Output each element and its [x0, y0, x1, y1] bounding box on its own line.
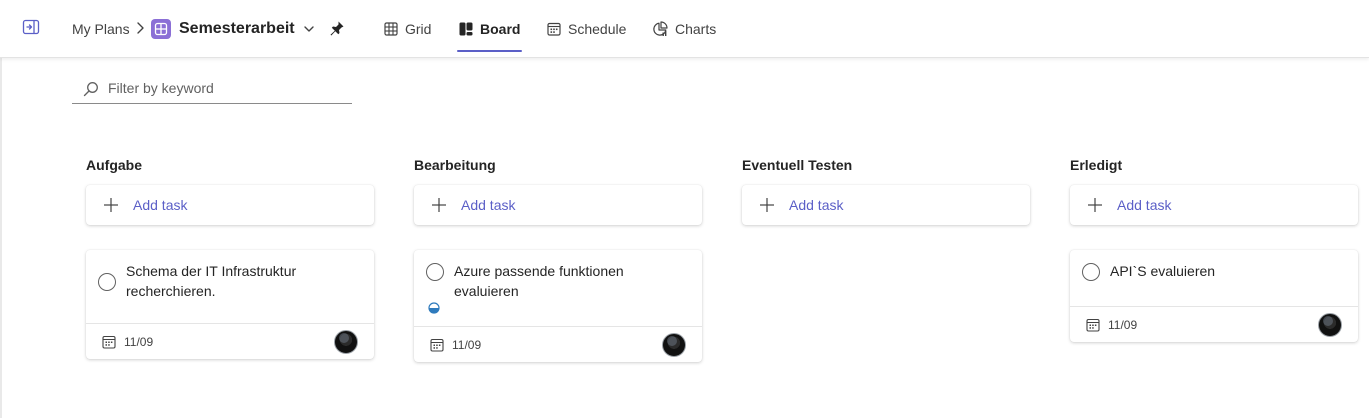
filter-input[interactable] [108, 80, 338, 96]
assignee-avatar[interactable] [1318, 313, 1342, 337]
plus-icon [432, 198, 446, 212]
add-task-label: Add task [461, 197, 516, 213]
pin-icon[interactable] [329, 20, 345, 38]
plan-icon [151, 19, 171, 39]
expand-sidebar-icon[interactable] [22, 18, 40, 36]
calendar-icon [1086, 318, 1100, 332]
grid-icon [384, 22, 398, 36]
column-title-erledigt: Erledigt [1070, 157, 1123, 173]
filter-box[interactable] [72, 75, 352, 104]
board-icon [459, 22, 473, 36]
column-title-aufgabe: Aufgabe [86, 157, 142, 173]
add-task-label: Add task [789, 197, 844, 213]
add-task-button[interactable]: Add task [1070, 185, 1358, 225]
task-title: Schema der IT Infrastruktur recherchiere… [126, 263, 297, 299]
tab-board[interactable]: Board [457, 0, 523, 58]
task-due-date: 11/09 [452, 338, 482, 352]
complete-task-checkbox[interactable] [1082, 263, 1100, 281]
tab-label: Schedule [568, 21, 627, 37]
charts-icon [653, 21, 668, 36]
add-task-label: Add task [133, 197, 188, 213]
active-tab-indicator [457, 50, 523, 52]
plan-title[interactable]: Semesterarbeit [179, 20, 295, 38]
assignee-avatar[interactable] [334, 330, 358, 354]
column-title-bearbeitung: Bearbeitung [414, 157, 496, 173]
add-task-button[interactable]: Add task [86, 185, 374, 225]
add-task-label: Add task [1117, 197, 1172, 213]
chevron-down-icon[interactable] [302, 22, 316, 36]
add-task-button[interactable]: Add task [414, 185, 702, 225]
task-title: API`S evaluieren [1110, 263, 1216, 279]
task-footer: 11/09 [86, 323, 374, 359]
column-title-eventuell-testen: Eventuell Testen [742, 157, 853, 173]
tab-label: Charts [675, 21, 717, 37]
tab-label: Grid [405, 21, 432, 37]
plus-icon [1088, 198, 1102, 212]
breadcrumb-my-plans[interactable]: My Plans [72, 21, 130, 37]
chevron-right-icon [134, 20, 148, 36]
task-footer: 11/09 [1070, 306, 1358, 342]
search-icon [83, 81, 99, 97]
task-due-date: 11/09 [124, 335, 154, 349]
tab-grid[interactable]: Grid [384, 0, 431, 58]
left-gutter [0, 0, 2, 418]
task-title: Azure passende funktionen evaluieren [454, 263, 624, 299]
schedule-icon [547, 22, 561, 36]
tab-schedule[interactable]: Schedule [547, 0, 626, 58]
calendar-icon [102, 335, 116, 349]
tab-charts[interactable]: Charts [652, 0, 716, 58]
plus-icon [104, 198, 118, 212]
tab-label: Board [480, 21, 521, 37]
calendar-icon [430, 338, 444, 352]
task-card[interactable]: Schema der IT Infrastruktur recherchiere… [86, 250, 374, 359]
task-footer: 11/09 [414, 326, 702, 362]
task-card[interactable]: Azure passende funktionen evaluieren 11/… [414, 250, 702, 362]
complete-task-checkbox[interactable] [98, 273, 116, 291]
in-progress-icon [428, 302, 440, 314]
assignee-avatar[interactable] [662, 333, 686, 357]
add-task-button[interactable]: Add task [742, 185, 1030, 225]
complete-task-checkbox[interactable] [426, 263, 444, 281]
task-due-date: 11/09 [1108, 318, 1138, 332]
app-header: My Plans Semesterarbeit Grid Board Sched… [0, 0, 1369, 58]
plus-icon [760, 198, 774, 212]
task-card[interactable]: API`S evaluieren 11/09 [1070, 250, 1358, 342]
